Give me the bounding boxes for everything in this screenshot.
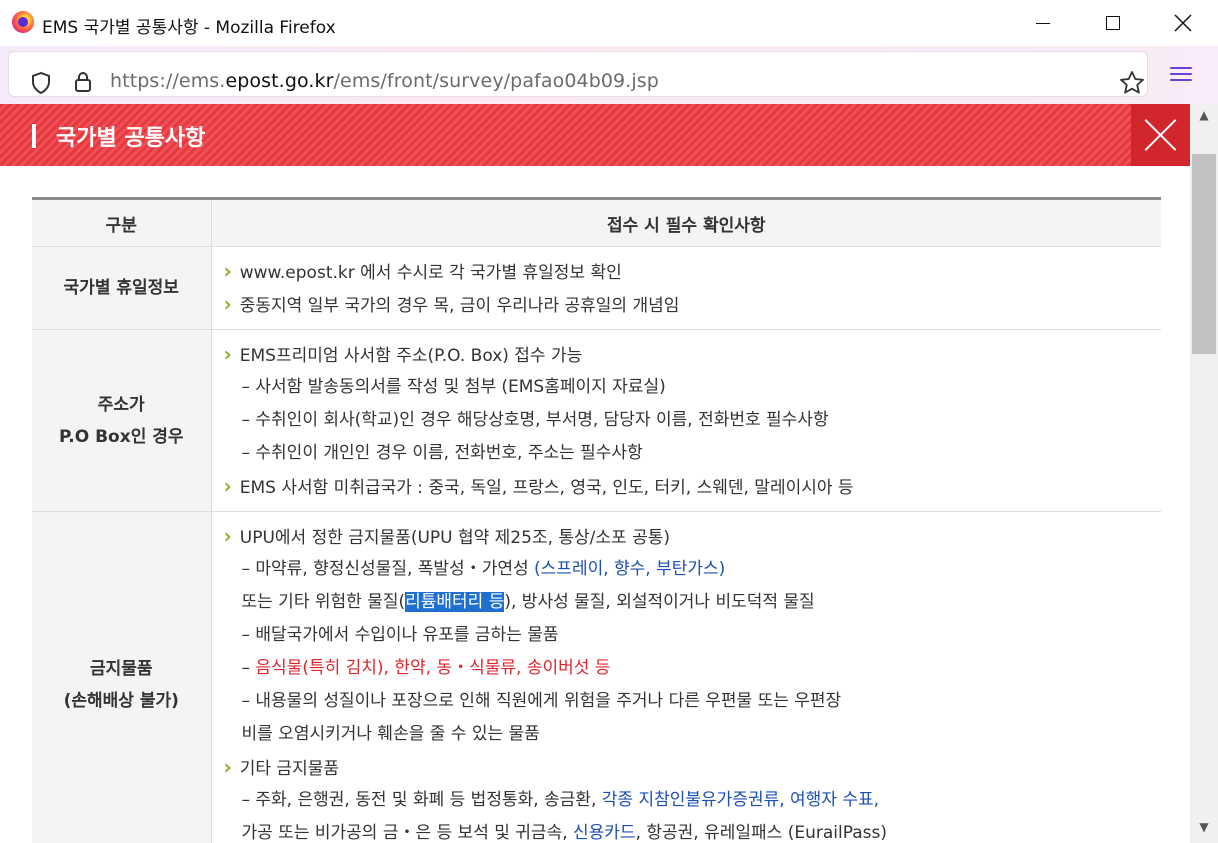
category-text: P.O Box인 경우	[58, 426, 184, 447]
row-content: UPU에서 정한 금지물품(UPU 협약 제25조, 통상/소포 공통) – 마약…	[211, 511, 1162, 843]
maximize-button[interactable]	[1078, 0, 1148, 46]
item-text: – 배달국가에서 수입이나 유포를 금하는 물품	[241, 625, 559, 645]
row-content: www.epost.kr 에서 수시로 각 국가별 휴일정보 확인중동지역 일부…	[211, 246, 1162, 330]
lock-icon[interactable]	[73, 70, 93, 94]
hamburger-menu-icon[interactable]	[1170, 64, 1192, 86]
item-text: 가공 또는 비가공의 금・은 등 보석 및 귀금속,	[241, 823, 574, 843]
close-window-button[interactable]	[1148, 0, 1218, 46]
item-text: 또는 기타 위험한 물질(	[241, 592, 406, 612]
sub-item: – 수취인이 개인인 경우 이름, 전화번호, 주소는 필수사항	[224, 437, 1162, 470]
sub-item: – 배달국가에서 수입이나 유포를 금하는 물품	[224, 619, 1162, 652]
row-category: 금지물품 (손해배상 불가)	[32, 511, 212, 843]
close-icon	[1174, 14, 1192, 32]
item-text: – 마약류, 향정신성물질, 폭발성・가연성	[241, 559, 535, 579]
item-text: 비를 오염시키거나 훼손을 줄 수 있는 물품	[241, 724, 540, 744]
bullet-item: 중동지역 일부 국가의 경우 목, 금이 우리나라 공휴일의 개념임	[224, 288, 1162, 321]
row-content: EMS프리미엄 사서함 주소(P.O. Box) 접수 가능 – 사서함 발송동의…	[211, 329, 1162, 512]
page-title: 국가별 공통사항	[56, 126, 206, 151]
item-text: –	[241, 658, 256, 678]
highlight-text-blue: 각종 지참인불유가증권류, 여행자 수표,	[601, 790, 880, 810]
sub-item: 또는 기타 위험한 물질(리튬배터리 등), 방사성 물질, 외설적이거나 비도…	[224, 586, 1162, 619]
sub-item: 비를 오염시키거나 훼손을 줄 수 있는 물품	[224, 718, 1162, 751]
item-text: – 주화, 은행권, 동전 및 화폐 등 법정통화, 송금환,	[241, 790, 602, 810]
item-text: EMS 사서함 미취급국가 : 중국, 독일, 프랑스, 영국, 인도, 터키,…	[239, 478, 854, 498]
column-header-category: 구분	[32, 198, 212, 247]
sub-item: – 수취인이 회사(학교)인 경우 해당상호명, 부서명, 담당자 이름, 전화…	[224, 404, 1162, 437]
sub-item: 가공 또는 비가공의 금・은 등 보석 및 귀금속, 신용카드, 항공권, 유레…	[224, 817, 1162, 843]
category-text: 금지물품	[89, 659, 153, 679]
item-text-after: , 항공권, 유레일패스 (EurailPass)	[635, 823, 887, 843]
sub-item: – 사서함 발송동의서를 작성 및 첨부 (EMS홈페이지 자료실)	[224, 371, 1162, 404]
minimize-button[interactable]	[1008, 0, 1078, 46]
item-text: 중동지역 일부 국가의 경우 목, 금이 우리나라 공휴일의 개념임	[239, 296, 680, 316]
category-text: 국가별 휴일정보	[63, 278, 179, 298]
scrollbar-thumb[interactable]	[1192, 154, 1216, 354]
bullet-item: EMS프리미엄 사서함 주소(P.O. Box) 접수 가능	[224, 338, 1162, 371]
firefox-logo-icon	[12, 11, 34, 33]
bullet-item: EMS 사서함 미취급국가 : 중국, 독일, 프랑스, 영국, 인도, 터키,…	[224, 470, 1162, 503]
highlight-text-blue: (스프레이, 향수, 부탄가스)	[534, 559, 726, 579]
highlight-text-blue: 신용카드	[573, 823, 636, 843]
highlight-text-red: 음식물(특히 김치), 한약, 동・식물류, 송이버섯 등	[255, 658, 611, 678]
column-header-requirements: 접수 시 필수 확인사항	[211, 198, 1161, 247]
item-text: www.epost.kr 에서 수시로 각 국가별 휴일정보 확인	[239, 263, 622, 283]
bookmark-star-icon[interactable]	[1119, 70, 1145, 96]
table-row: 금지물품 (손해배상 불가) UPU에서 정한 금지물품(UPU 협약 제25조, …	[32, 511, 1162, 843]
bullet-item: UPU에서 정한 금지물품(UPU 협약 제25조, 통상/소포 공통)	[224, 520, 1162, 553]
selected-text[interactable]: 리튬배터리 등	[405, 592, 505, 612]
item-text: UPU에서 정한 금지물품(UPU 협약 제25조, 통상/소포 공통)	[239, 528, 670, 548]
item-text: – 수취인이 개인인 경우 이름, 전화번호, 주소는 필수사항	[241, 443, 643, 463]
item-text-after: ), 방사성 물질, 외설적이거나 비도덕적 물질	[504, 592, 815, 612]
url-text[interactable]: https://ems.epost.go.kr/ems/front/survey…	[110, 70, 659, 92]
item-text: EMS프리미엄 사서함 주소(P.O. Box) 접수 가능	[239, 346, 583, 366]
header-accent-bar	[32, 124, 36, 148]
vertical-scrollbar[interactable]: ▲ ▼	[1190, 104, 1218, 843]
browser-toolbar: https://ems.epost.go.kr/ems/front/survey…	[0, 46, 1218, 104]
bullet-item: 기타 금지물품	[224, 751, 1162, 784]
page-header: 국가별 공통사항	[0, 104, 1190, 166]
scroll-down-arrow-icon[interactable]: ▼	[1190, 820, 1218, 840]
sub-item: – 마약류, 향정신성물질, 폭발성・가연성 (스프레이, 향수, 부탄가스)	[224, 553, 1162, 586]
requirements-table: 구분 접수 시 필수 확인사항 국가별 휴일정보 www.epost.kr 에서 …	[32, 197, 1161, 843]
item-text: – 수취인이 회사(학교)인 경우 해당상호명, 부서명, 담당자 이름, 전화…	[241, 410, 829, 430]
shield-icon[interactable]	[31, 71, 51, 95]
table-row: 국가별 휴일정보 www.epost.kr 에서 수시로 각 국가별 휴일정보 확…	[32, 246, 1162, 330]
url-bar[interactable]: https://ems.epost.go.kr/ems/front/survey…	[8, 51, 1148, 97]
sub-item: – 내용물의 성질이나 포장으로 인해 직원에게 위험을 주거나 다른 우편물 …	[224, 685, 1162, 718]
window-titlebar: EMS 국가별 공통사항 - Mozilla Firefox	[0, 0, 1218, 46]
scroll-up-arrow-icon[interactable]: ▲	[1190, 108, 1218, 128]
item-text: – 내용물의 성질이나 포장으로 인해 직원에게 위험을 주거나 다른 우편물 …	[241, 691, 842, 711]
category-text: 주소가	[97, 394, 145, 415]
bullet-item: www.epost.kr 에서 수시로 각 국가별 휴일정보 확인	[224, 255, 1162, 288]
row-category: 주소가 P.O Box인 경우	[32, 329, 212, 512]
page-content: 국가별 공통사항 구분 접수 시 필수 확인사항 국가별 휴일정보 www.epo…	[0, 104, 1190, 843]
category-text: (손해배상 불가)	[63, 691, 179, 711]
sub-item: – 주화, 은행권, 동전 및 화폐 등 법정통화, 송금환, 각종 지참인불유…	[224, 784, 1162, 817]
row-category: 국가별 휴일정보	[32, 246, 212, 330]
table-row: 주소가 P.O Box인 경우 EMS프리미엄 사서함 주소(P.O. Box) 접…	[32, 329, 1162, 512]
close-popup-button[interactable]	[1131, 104, 1190, 166]
sub-item: – 음식물(특히 김치), 한약, 동・식물류, 송이버섯 등	[224, 652, 1162, 685]
window-title: EMS 국가별 공통사항 - Mozilla Firefox	[42, 18, 336, 38]
item-text: 기타 금지물품	[239, 759, 339, 779]
item-text: – 사서함 발송동의서를 작성 및 첨부 (EMS홈페이지 자료실)	[241, 377, 666, 397]
